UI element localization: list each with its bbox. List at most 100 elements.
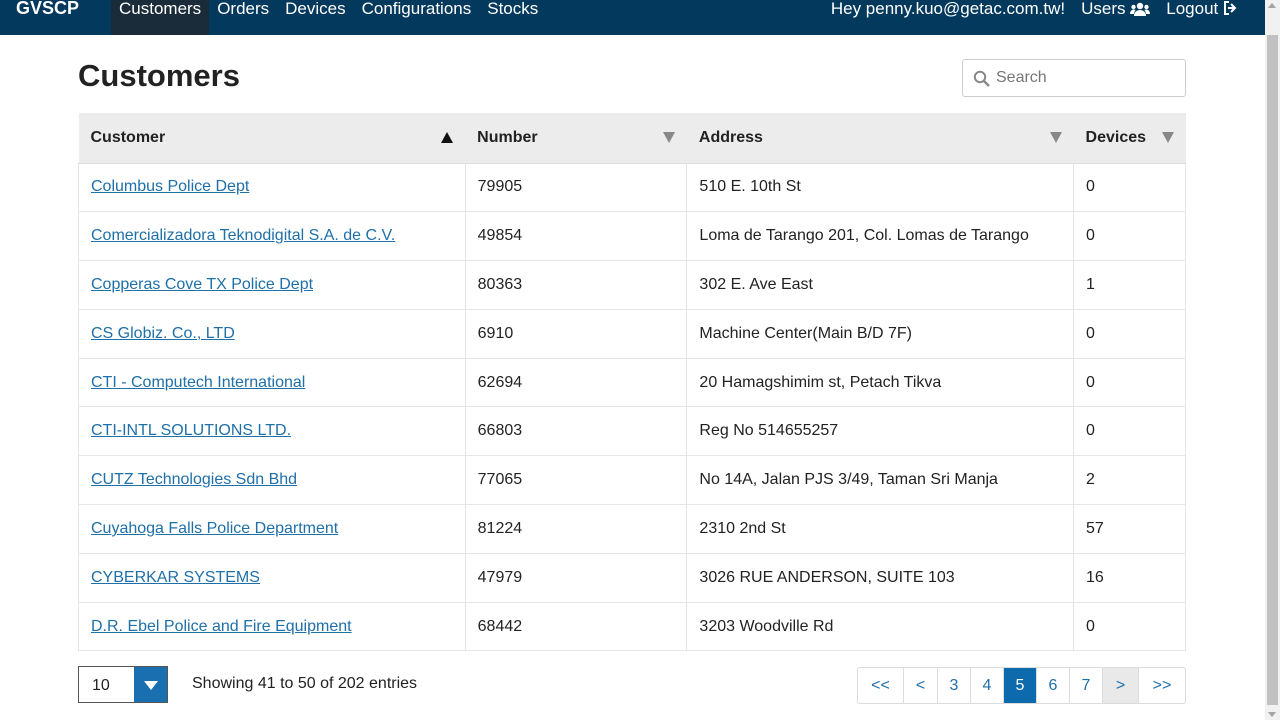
search-input[interactable]	[996, 69, 1176, 87]
column-header-customer[interactable]: Customer	[78, 113, 466, 164]
page-size-value: 10	[92, 677, 110, 694]
address-cell: Machine Center(Main B/D 7F)	[686, 309, 1075, 359]
scroll-down-icon[interactable]	[1268, 712, 1276, 717]
users-icon	[1130, 2, 1151, 16]
number-cell: 79905	[465, 163, 688, 213]
table-row: Cuyahoga Falls Police Department 81224 231…	[78, 504, 1186, 554]
devices-cell: 0	[1073, 602, 1186, 652]
customer-link[interactable]: Columbus Police Dept	[91, 178, 249, 195]
pager-next[interactable]: >	[1103, 668, 1139, 703]
page-title: Customers	[78, 58, 240, 93]
nav-users-label: Users	[1081, 0, 1126, 18]
customer-link[interactable]: D.R. Ebel Police and Fire Equipment	[91, 618, 352, 635]
pager-page-5[interactable]: 5	[1004, 668, 1037, 703]
entries-info: Showing 41 to 50 of 202 entries	[192, 675, 418, 692]
customers-table: Customer Number Address Devices Columbus…	[78, 113, 1186, 652]
devices-cell: 0	[1073, 163, 1186, 213]
number-cell: 77065	[465, 455, 688, 506]
customer-cell: CS Globiz. Co., LTD	[78, 309, 466, 359]
pagination: << < 3 4 5 6 7 > >>	[857, 667, 1186, 704]
column-header-label: Devices	[1085, 128, 1147, 146]
sort-descending-icon[interactable]	[1161, 132, 1174, 143]
pager-page-4[interactable]: 4	[971, 668, 1004, 703]
column-header-label: Number	[477, 128, 538, 146]
number-cell: 80363	[465, 260, 688, 310]
pager-last[interactable]: >>	[1139, 668, 1185, 703]
pager-page-6[interactable]: 6	[1037, 668, 1070, 703]
address-cell: 3203 Woodville Rd	[686, 602, 1075, 652]
sort-ascending-icon[interactable]	[441, 132, 454, 143]
top-navbar: GVSCP Customers Orders Devices Configura…	[0, 0, 1265, 35]
pager-page-3[interactable]: 3	[938, 668, 971, 703]
pager-first[interactable]: <<	[858, 668, 904, 703]
devices-cell: 1	[1073, 260, 1186, 310]
page-scrollbar[interactable]	[1265, 0, 1280, 720]
chevron-down-icon[interactable]	[133, 667, 167, 702]
pager-page-7[interactable]: 7	[1070, 668, 1103, 703]
number-cell: 62694	[465, 358, 688, 408]
brand-logo[interactable]: GVSCP	[0, 0, 111, 35]
search-box[interactable]	[962, 59, 1186, 97]
customer-cell: Columbus Police Dept	[78, 163, 466, 213]
address-cell: 20 Hamagshimim st, Petach Tikva	[686, 358, 1075, 408]
nav-customers[interactable]: Customers	[111, 0, 210, 35]
devices-cell: 0	[1073, 211, 1186, 262]
table-row: CYBERKAR SYSTEMS 47979 3026 RUE ANDERSON, …	[78, 553, 1186, 603]
devices-cell: 0	[1073, 406, 1186, 457]
number-cell: 49854	[465, 211, 688, 262]
nav-configurations[interactable]: Configurations	[354, 0, 480, 35]
sort-descending-icon[interactable]	[662, 132, 675, 143]
scroll-up-icon[interactable]	[1268, 3, 1276, 8]
sort-descending-icon[interactable]	[1049, 132, 1062, 143]
customer-link[interactable]: Comercializadora Teknodigital S.A. de C.…	[91, 227, 395, 244]
table-row: CTI-INTL SOLUTIONS LTD. 66803 Reg No 51465…	[78, 406, 1186, 457]
address-cell: No 14A, Jalan PJS 3/49, Taman Sri Manja	[686, 455, 1075, 506]
column-header-label: Address	[698, 128, 763, 146]
devices-cell: 57	[1073, 504, 1186, 554]
nav-stocks[interactable]: Stocks	[479, 0, 546, 35]
column-header-devices[interactable]: Devices	[1073, 113, 1186, 164]
address-cell: Reg No 514655257	[686, 406, 1075, 457]
page-size-select[interactable]: 10	[78, 666, 168, 703]
nav-logout-label: Logout	[1166, 0, 1219, 18]
address-cell: 302 E. Ave East	[686, 260, 1075, 310]
nav-devices[interactable]: Devices	[277, 0, 353, 35]
customer-link[interactable]: CYBERKAR SYSTEMS	[91, 569, 260, 586]
devices-cell: 16	[1073, 553, 1186, 603]
number-cell: 47979	[465, 553, 688, 603]
customer-link[interactable]: CS Globiz. Co., LTD	[91, 325, 235, 342]
customer-link[interactable]: Copperas Cove TX Police Dept	[91, 276, 313, 293]
customer-cell: Comercializadora Teknodigital S.A. de C.…	[78, 211, 466, 262]
number-cell: 81224	[465, 504, 688, 554]
table-row: Columbus Police Dept 79905 510 E. 10th St 0	[78, 163, 1186, 213]
nav-logout[interactable]: Logout	[1158, 0, 1265, 35]
user-greeting: Hey penny.kuo@getac.com.tw!	[830, 0, 1066, 18]
devices-cell: 2	[1073, 455, 1186, 506]
table-row: Copperas Cove TX Police Dept 80363 302 E. …	[78, 260, 1186, 310]
address-cell: 510 E. 10th St	[686, 163, 1075, 213]
customer-cell: CYBERKAR SYSTEMS	[78, 553, 466, 603]
customer-link[interactable]: CTI - Computech International	[91, 374, 305, 391]
number-cell: 66803	[465, 406, 688, 457]
column-header-address[interactable]: Address	[686, 113, 1074, 164]
scrollbar-thumb[interactable]	[1267, 35, 1278, 705]
customer-cell: Copperas Cove TX Police Dept	[78, 260, 466, 310]
pager-previous[interactable]: <	[904, 668, 938, 703]
column-header-number[interactable]: Number	[465, 113, 687, 164]
customer-cell: CUTZ Technologies Sdn Bhd	[78, 455, 466, 506]
customer-link[interactable]: Cuyahoga Falls Police Department	[91, 520, 338, 537]
customer-cell: D.R. Ebel Police and Fire Equipment	[78, 602, 466, 652]
table-row: CTI - Computech International 62694 20 Ham…	[78, 358, 1186, 408]
nav-users[interactable]: Users	[1073, 0, 1158, 35]
customer-link[interactable]: CTI-INTL SOLUTIONS LTD.	[91, 422, 291, 439]
logout-icon	[1224, 1, 1237, 15]
customer-link[interactable]: CUTZ Technologies Sdn Bhd	[91, 471, 297, 488]
customer-cell: CTI - Computech International	[78, 358, 466, 408]
devices-cell: 0	[1073, 358, 1186, 408]
address-cell: 2310 2nd St	[686, 504, 1075, 554]
number-cell: 6910	[465, 309, 688, 359]
devices-cell: 0	[1073, 309, 1186, 359]
customer-cell: CTI-INTL SOLUTIONS LTD.	[78, 406, 466, 457]
nav-orders[interactable]: Orders	[209, 0, 277, 35]
address-cell: Loma de Tarango 201, Col. Lomas de Taran…	[686, 211, 1075, 262]
